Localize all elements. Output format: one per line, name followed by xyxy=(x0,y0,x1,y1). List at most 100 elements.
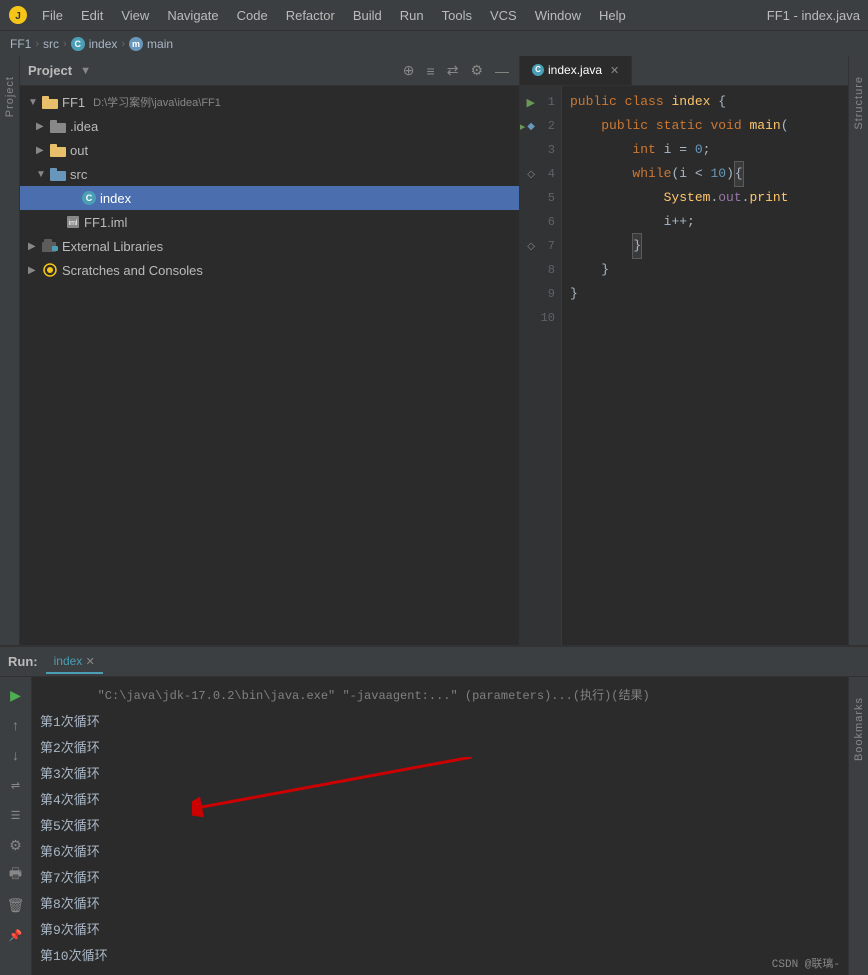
bottom-panel: Run: index ✕ ▶ ↑ ↓ ⇌ ☰ ⚙ 🖶 🗑 📌 "C:\java\… xyxy=(0,645,868,975)
toolbar-locate-icon[interactable]: ⊕ xyxy=(401,60,417,81)
line-num-1: ▶ 1 xyxy=(520,90,561,114)
breadcrumb-index[interactable]: index xyxy=(89,37,118,51)
code-line-3: int i = 0; xyxy=(570,138,840,162)
run-output-10: 第10次循环 xyxy=(40,941,840,967)
toolbar-expand-icon[interactable]: ⇄ xyxy=(445,60,461,81)
svg-text:iml: iml xyxy=(69,220,78,227)
project-sidebar-label[interactable]: Project xyxy=(4,76,16,117)
line-num-label-6: 6 xyxy=(537,215,555,229)
tree-label-out: out xyxy=(70,143,88,158)
breadcrumb-m-icon: m xyxy=(129,37,143,51)
menu-vcs[interactable]: VCS xyxy=(482,5,525,26)
svg-text:J: J xyxy=(15,11,21,22)
menu-help[interactable]: Help xyxy=(591,5,634,26)
main-area: Project Project ▼ ⊕ ≡ ⇄ ⚙ — ▼ FF1 D:\ xyxy=(0,56,868,645)
code-line-8: } xyxy=(570,258,840,282)
tab-label-index: index.java xyxy=(548,63,602,77)
right-sidebar-bottom: Bookmarks xyxy=(848,677,868,975)
tree-out[interactable]: ▶ out xyxy=(20,138,519,162)
breadcrumb-ff1[interactable]: FF1 xyxy=(10,37,31,51)
run-down-button[interactable]: ↓ xyxy=(4,743,28,767)
tree-idea[interactable]: ▶ .idea xyxy=(20,114,519,138)
run-tab-close[interactable]: ✕ xyxy=(86,656,95,668)
line-num-6: 6 xyxy=(520,210,561,234)
bookmarks-sidebar-label[interactable]: Bookmarks xyxy=(853,697,865,761)
tab-index-java[interactable]: C index.java ✕ xyxy=(520,56,632,85)
tree-label-iml: FF1.iml xyxy=(84,215,127,230)
breadcrumb-main[interactable]: main xyxy=(147,37,173,51)
menu-bar: J File Edit View Navigate Code Refactor … xyxy=(0,0,868,30)
tree-ff1-iml[interactable]: iml FF1.iml xyxy=(20,210,519,234)
run-tab-index[interactable]: index ✕ xyxy=(46,650,103,674)
toolbar-settings-icon[interactable]: ⚙ xyxy=(468,60,485,81)
tree-arrow-src: ▼ xyxy=(36,169,46,180)
run-settings-button[interactable]: ⚙ xyxy=(4,833,28,857)
tree-arrow-ff1: ▼ xyxy=(28,97,38,108)
code-line-7: } xyxy=(570,234,840,258)
run-trash-button[interactable]: 🗑 xyxy=(4,893,28,917)
line-num-label-2: 2 xyxy=(537,119,555,133)
tree-label-index: index xyxy=(100,191,131,206)
tab-close-icon[interactable]: ✕ xyxy=(610,64,619,77)
run-play-button[interactable]: ▶ xyxy=(4,683,28,707)
menu-code[interactable]: Code xyxy=(229,5,276,26)
code-line-2: public static void main( xyxy=(570,114,840,138)
tree-scratches[interactable]: ▶ Scratches and Consoles xyxy=(20,258,519,282)
iml-icon: iml xyxy=(66,215,80,229)
toolbar-hide-icon[interactable]: — xyxy=(493,61,511,81)
run-output-6: 第6次循环 xyxy=(40,837,840,863)
run-cmd-line: "C:\java\jdk-17.0.2\bin\java.exe" "-java… xyxy=(40,681,840,707)
line-num-label-9: 9 xyxy=(537,287,555,301)
run-output-8: 第8次循环 xyxy=(40,889,840,915)
menu-view[interactable]: View xyxy=(113,5,157,26)
menu-window[interactable]: Window xyxy=(527,5,589,26)
bottom-content: ▶ ↑ ↓ ⇌ ☰ ⚙ 🖶 🗑 📌 "C:\java\jdk-17.0.2\bi… xyxy=(0,677,868,975)
editor-area: C index.java ✕ ▶ 1 ▶ ◆ 2 xyxy=(520,56,848,645)
right-sidebar: Structure xyxy=(848,56,868,645)
run-wrap-button[interactable]: ⇌ xyxy=(4,773,28,797)
run-align-button[interactable]: ☰ xyxy=(4,803,28,827)
line-num-label-8: 8 xyxy=(537,263,555,277)
run-print-button[interactable]: 🖶 xyxy=(4,863,28,887)
run-output-7: 第7次循环 xyxy=(40,863,840,889)
menu-file[interactable]: File xyxy=(34,5,71,26)
folder-icon-src xyxy=(50,168,66,181)
line-num-5: 5 xyxy=(520,186,561,210)
bottom-right-credit: CSDN @联璃- xyxy=(772,955,840,971)
tree-root-ff1[interactable]: ▼ FF1 D:\学习案例\java\idea\FF1 xyxy=(20,90,519,114)
tab-bar: C index.java ✕ xyxy=(520,56,848,86)
line-num-label-4: 4 xyxy=(537,167,555,181)
tree-src[interactable]: ▼ src xyxy=(20,162,519,186)
run-output-5: 第5次循环 xyxy=(40,811,840,837)
tree-label-idea: .idea xyxy=(70,119,98,134)
line-num-7: ◇ 7 xyxy=(520,234,561,258)
code-editor: ▶ 1 ▶ ◆ 2 3 ◇ 4 xyxy=(520,86,848,645)
run-output: "C:\java\jdk-17.0.2\bin\java.exe" "-java… xyxy=(32,677,848,975)
breadcrumb-src[interactable]: src xyxy=(43,37,59,51)
toolbar-collapse-icon[interactable]: ≡ xyxy=(425,61,437,81)
line-num-9: 9 xyxy=(520,282,561,306)
breadcrumb-sep-2: › xyxy=(63,38,67,50)
tree-index[interactable]: C index xyxy=(20,186,519,210)
menu-tools[interactable]: Tools xyxy=(434,5,480,26)
tree-ext-lib[interactable]: ▶ External Libraries xyxy=(20,234,519,258)
run-up-button[interactable]: ↑ xyxy=(4,713,28,737)
code-line-10 xyxy=(570,306,840,330)
project-title: Project xyxy=(28,63,72,78)
project-dropdown-arrow[interactable]: ▼ xyxy=(80,65,91,77)
run-arrow-2[interactable]: ▶ xyxy=(520,120,525,133)
tree-arrow-ext: ▶ xyxy=(28,241,38,252)
menu-edit[interactable]: Edit xyxy=(73,5,111,26)
line-num-label-10: 10 xyxy=(537,311,555,325)
run-pin-button[interactable]: 📌 xyxy=(4,923,28,947)
breadcrumb-sep-3: › xyxy=(121,38,125,50)
code-content[interactable]: public class index { public static void … xyxy=(562,86,848,645)
run-arrow-1[interactable]: ▶ xyxy=(527,96,535,109)
code-line-4: while(i < 10){ xyxy=(570,162,840,186)
menu-build[interactable]: Build xyxy=(345,5,390,26)
menu-refactor[interactable]: Refactor xyxy=(278,5,343,26)
menu-navigate[interactable]: Navigate xyxy=(159,5,226,26)
line-num-4: ◇ 4 xyxy=(520,162,561,186)
structure-sidebar-label[interactable]: Structure xyxy=(853,76,865,130)
menu-run[interactable]: Run xyxy=(392,5,432,26)
